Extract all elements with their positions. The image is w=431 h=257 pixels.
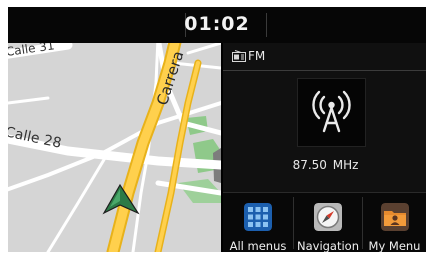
clock: 01:02 bbox=[184, 13, 250, 35]
map-view[interactable]: Calle 31 Carrera Calle 28 bbox=[8, 43, 221, 252]
all-menus-button[interactable]: All menus bbox=[223, 193, 293, 252]
radio-source-icon bbox=[232, 50, 246, 62]
frequency-unit: MHz bbox=[332, 158, 359, 172]
antenna-icon bbox=[312, 90, 351, 133]
frequency-value: 87.50 bbox=[292, 158, 327, 172]
grid-icon bbox=[244, 203, 272, 231]
compass-icon bbox=[314, 203, 342, 231]
map-canvas: Calle 31 Carrera Calle 28 bbox=[8, 43, 221, 252]
all-menus-label: All menus bbox=[229, 239, 287, 252]
status-divider bbox=[266, 13, 267, 37]
folder-person-icon bbox=[381, 203, 409, 231]
media-panel: FM 87.50 MHz All menus Navigation My Men… bbox=[223, 43, 426, 252]
status-bar: 01:02 bbox=[8, 7, 426, 43]
navigation-button[interactable]: Navigation bbox=[294, 193, 362, 252]
bottom-menu-bar: All menus Navigation My Menu bbox=[223, 192, 426, 252]
frequency-display: 87.50 MHz bbox=[223, 158, 426, 172]
navigation-label: Navigation bbox=[296, 239, 360, 252]
station-art bbox=[297, 78, 366, 147]
my-menu-button[interactable]: My Menu bbox=[363, 193, 426, 252]
my-menu-label: My Menu bbox=[368, 239, 421, 252]
source-label: FM bbox=[248, 49, 266, 63]
infotainment-screen: 01:02 Calle 31 Carrera Calle 28 FM 87.50… bbox=[8, 7, 426, 252]
source-header[interactable]: FM bbox=[223, 43, 426, 71]
